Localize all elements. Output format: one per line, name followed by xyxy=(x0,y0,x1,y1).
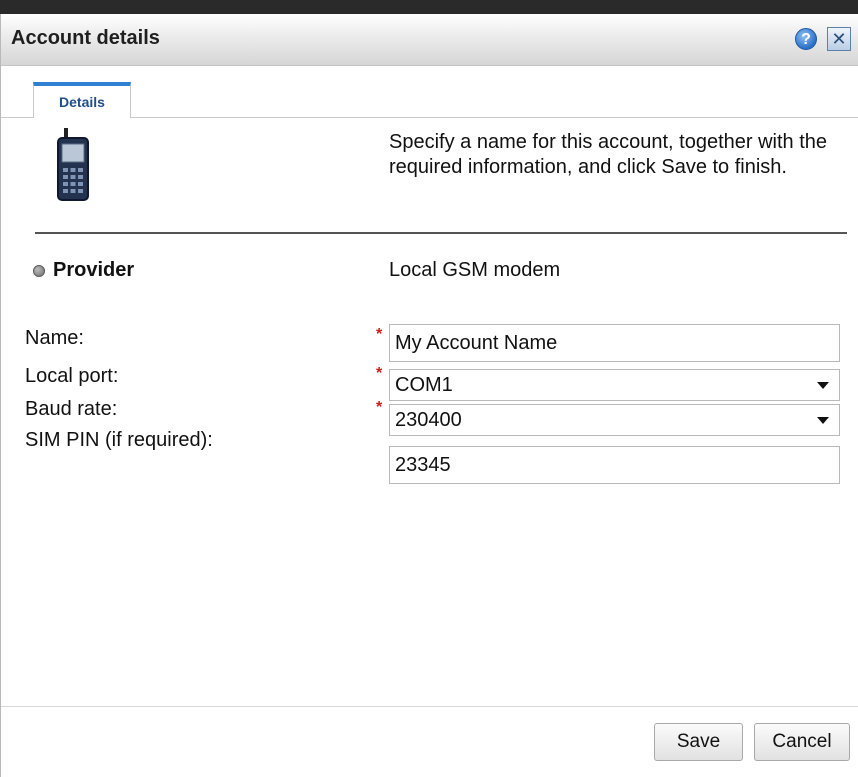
provider-status-icon xyxy=(33,265,45,277)
name-label: Name: xyxy=(25,327,84,349)
dialog-titlebar[interactable]: Account details ? ✕ xyxy=(1,14,858,66)
mobile-phone-icon xyxy=(57,128,89,201)
name-required-marker: * xyxy=(376,326,383,343)
chevron-down-icon xyxy=(817,417,829,424)
dialog-footer: Save Cancel xyxy=(1,706,858,777)
details-panel: Specify a name for this account, togethe… xyxy=(1,118,858,708)
provider-label: Provider xyxy=(53,259,135,281)
tab-details[interactable]: Details xyxy=(33,82,131,118)
baud-rate-value: 230400 xyxy=(395,409,462,431)
account-details-dialog: Account details ? ✕ Details Specify a na… xyxy=(0,14,858,777)
local-port-select[interactable]: COM1 xyxy=(389,369,840,401)
name-input[interactable]: My Account Name xyxy=(389,324,840,362)
sim-pin-label: SIM PIN (if required): xyxy=(25,429,213,451)
sim-pin-input[interactable]: 23345 xyxy=(389,446,840,484)
dialog-title: Account details xyxy=(11,27,160,49)
close-icon[interactable]: ✕ xyxy=(827,27,851,51)
tab-details-label: Details xyxy=(59,94,105,110)
baud-rate-required-marker: * xyxy=(376,399,383,416)
cancel-button[interactable]: Cancel xyxy=(754,723,850,761)
local-port-required-marker: * xyxy=(376,365,383,382)
top-window-strip xyxy=(0,0,858,14)
local-port-label: Local port: xyxy=(25,365,119,387)
chevron-down-icon xyxy=(817,382,829,389)
baud-rate-label: Baud rate: xyxy=(25,398,118,420)
save-button[interactable]: Save xyxy=(654,723,743,761)
provider-value: Local GSM modem xyxy=(389,259,561,281)
section-divider xyxy=(35,232,847,234)
baud-rate-select[interactable]: 230400 xyxy=(389,404,840,436)
local-port-value: COM1 xyxy=(395,374,453,396)
tab-strip: Details xyxy=(1,66,858,118)
instructions-text: Specify a name for this account, togethe… xyxy=(389,131,828,178)
help-icon[interactable]: ? xyxy=(795,28,817,50)
